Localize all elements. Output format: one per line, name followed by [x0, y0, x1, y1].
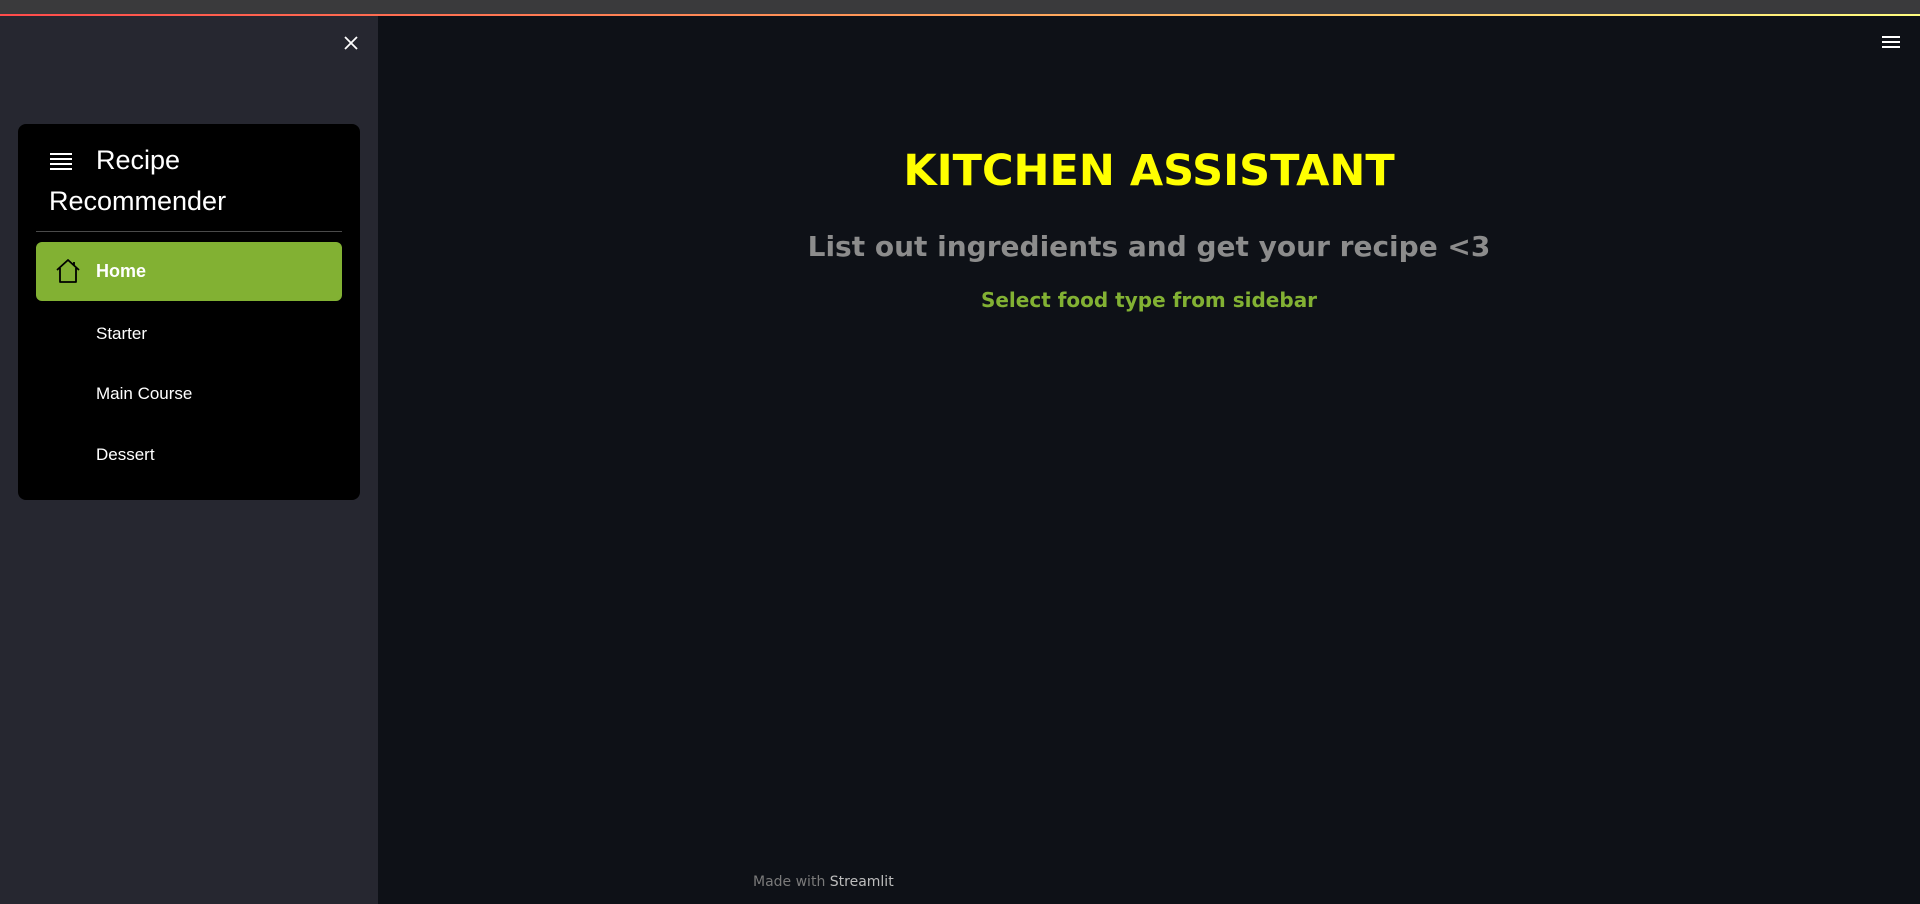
menu-item-dessert[interactable]: Dessert — [36, 425, 342, 484]
main-menu-button[interactable] — [1882, 34, 1904, 52]
home-icon — [56, 259, 80, 283]
page-subtitle: List out ingredients and get your recipe… — [807, 230, 1491, 263]
sidebar-hint-text: Select food type from sidebar — [980, 288, 1318, 312]
menu-item-starter[interactable]: Starter — [36, 304, 342, 363]
menu-item-label: Dessert — [96, 444, 155, 464]
sidebar-close-button[interactable] — [338, 30, 364, 56]
menu-item-main-course[interactable]: Main Course — [36, 364, 342, 423]
menu-item-home[interactable]: Home — [36, 242, 342, 301]
hamburger-icon — [1882, 36, 1900, 48]
streamlit-link[interactable]: Streamlit — [830, 874, 894, 890]
footer-prefix: Made with — [753, 874, 826, 890]
menu-item-label: Home — [96, 261, 147, 281]
menu-item-label: Starter — [96, 323, 148, 343]
browser-top-bar — [0, 0, 1920, 14]
menu-title-wrap: Recipe Recommender — [32, 140, 332, 222]
menu-divider — [36, 231, 342, 232]
close-icon — [344, 36, 358, 50]
page-title: KITCHEN ASSISTANT — [903, 146, 1395, 196]
footer: Made with Streamlit — [753, 874, 894, 890]
menu-title: Recipe Recommender — [49, 145, 227, 216]
menu-item-label: Main Course — [96, 383, 193, 403]
